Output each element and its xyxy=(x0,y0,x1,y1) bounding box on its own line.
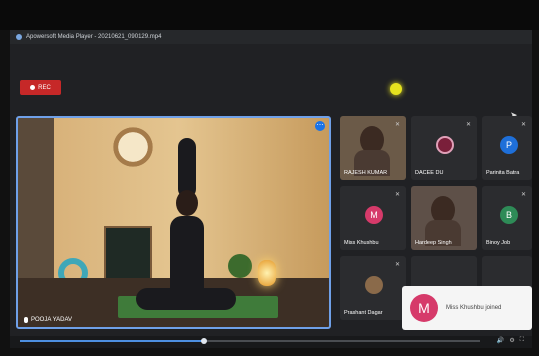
player-screen: Apowersoft Media Player - 20210621_09012… xyxy=(10,30,532,348)
participant-name: POOJA YADAV xyxy=(24,317,72,323)
participant-tile[interactable]: ✕ RAJESH KUMAR xyxy=(340,116,406,180)
rec-button[interactable]: REC xyxy=(20,80,61,95)
instructor-body xyxy=(170,216,204,296)
main-video-tile[interactable]: ⋯ POOJA YADAV xyxy=(16,116,331,329)
meeting-view: REC ➤ ⋯ POOJA YADAV ✕ RAJESH KUMAR ✕ DAC… xyxy=(10,44,532,336)
participant-tile[interactable]: ✕ B Binoy Job xyxy=(482,186,532,250)
participant-tile[interactable]: ✕ Prashant Dagar xyxy=(340,256,406,320)
notification-text: Miss Khushbu joined xyxy=(446,305,502,311)
participant-tile[interactable]: ✕ M Miss Khushbu xyxy=(340,186,406,250)
participant-name: DACEE DU xyxy=(415,170,444,176)
avatar: P xyxy=(500,136,518,154)
seek-bar[interactable] xyxy=(20,338,480,344)
avatar: M xyxy=(410,294,438,322)
participant-tile[interactable]: Hardeep Singh xyxy=(411,186,477,250)
main-video-name: POOJA YADAV xyxy=(31,317,73,323)
tile-options-icon[interactable]: ⋯ xyxy=(315,121,325,131)
volume-icon[interactable]: 🔊 xyxy=(497,337,504,344)
seek-progress xyxy=(20,340,204,342)
participant-name: Miss Khushbu xyxy=(344,240,379,246)
mic-icon xyxy=(24,317,28,323)
mic-off-icon: ✕ xyxy=(394,192,400,198)
participant-tile[interactable]: ✕ DACEE DU xyxy=(411,116,477,180)
avatar xyxy=(436,136,454,154)
participant-name: RAJESH KUMAR xyxy=(344,170,388,176)
player-controls: 🔊 ⚙ ⛶ xyxy=(10,336,532,348)
mirror-decor xyxy=(110,124,156,170)
lamp-decor xyxy=(258,260,276,286)
participant-name: Hardeep Singh xyxy=(415,240,452,246)
avatar xyxy=(365,276,383,294)
control-icons: 🔊 ⚙ ⛶ xyxy=(497,337,524,344)
rec-label: REC xyxy=(38,84,51,91)
mic-off-icon: ✕ xyxy=(465,122,471,128)
instructor-legs xyxy=(136,288,236,310)
mic-off-icon: ✕ xyxy=(394,122,400,128)
app-icon xyxy=(16,34,22,40)
chalkboard-decor xyxy=(104,226,152,286)
record-icon xyxy=(30,85,36,90)
participant-name: Parinita Batra xyxy=(486,170,520,176)
plant-decor xyxy=(228,254,252,278)
participant-name: Binoy Job xyxy=(486,240,511,246)
monitor-bezel xyxy=(0,0,539,30)
join-notification: M Miss Khushbu joined xyxy=(402,286,532,330)
title-bar: Apowersoft Media Player - 20210621_09012… xyxy=(10,30,532,44)
cursor-highlight xyxy=(390,83,402,95)
settings-icon[interactable]: ⚙ xyxy=(509,337,514,344)
mic-off-icon: ✕ xyxy=(520,122,526,128)
avatar: M xyxy=(365,206,383,224)
instructor-arms xyxy=(178,138,196,198)
mic-off-icon: ✕ xyxy=(520,192,526,198)
mic-off-icon: ✕ xyxy=(394,262,400,268)
participant-name: Prashant Dagar xyxy=(344,310,383,316)
seek-handle[interactable] xyxy=(201,338,207,344)
avatar: B xyxy=(500,206,518,224)
window-title: Apowersoft Media Player - 20210621_09012… xyxy=(26,34,162,40)
fullscreen-icon[interactable]: ⛶ xyxy=(520,337,524,344)
participant-tile[interactable]: ✕ P Parinita Batra xyxy=(482,116,532,180)
instructor-head xyxy=(176,190,198,216)
